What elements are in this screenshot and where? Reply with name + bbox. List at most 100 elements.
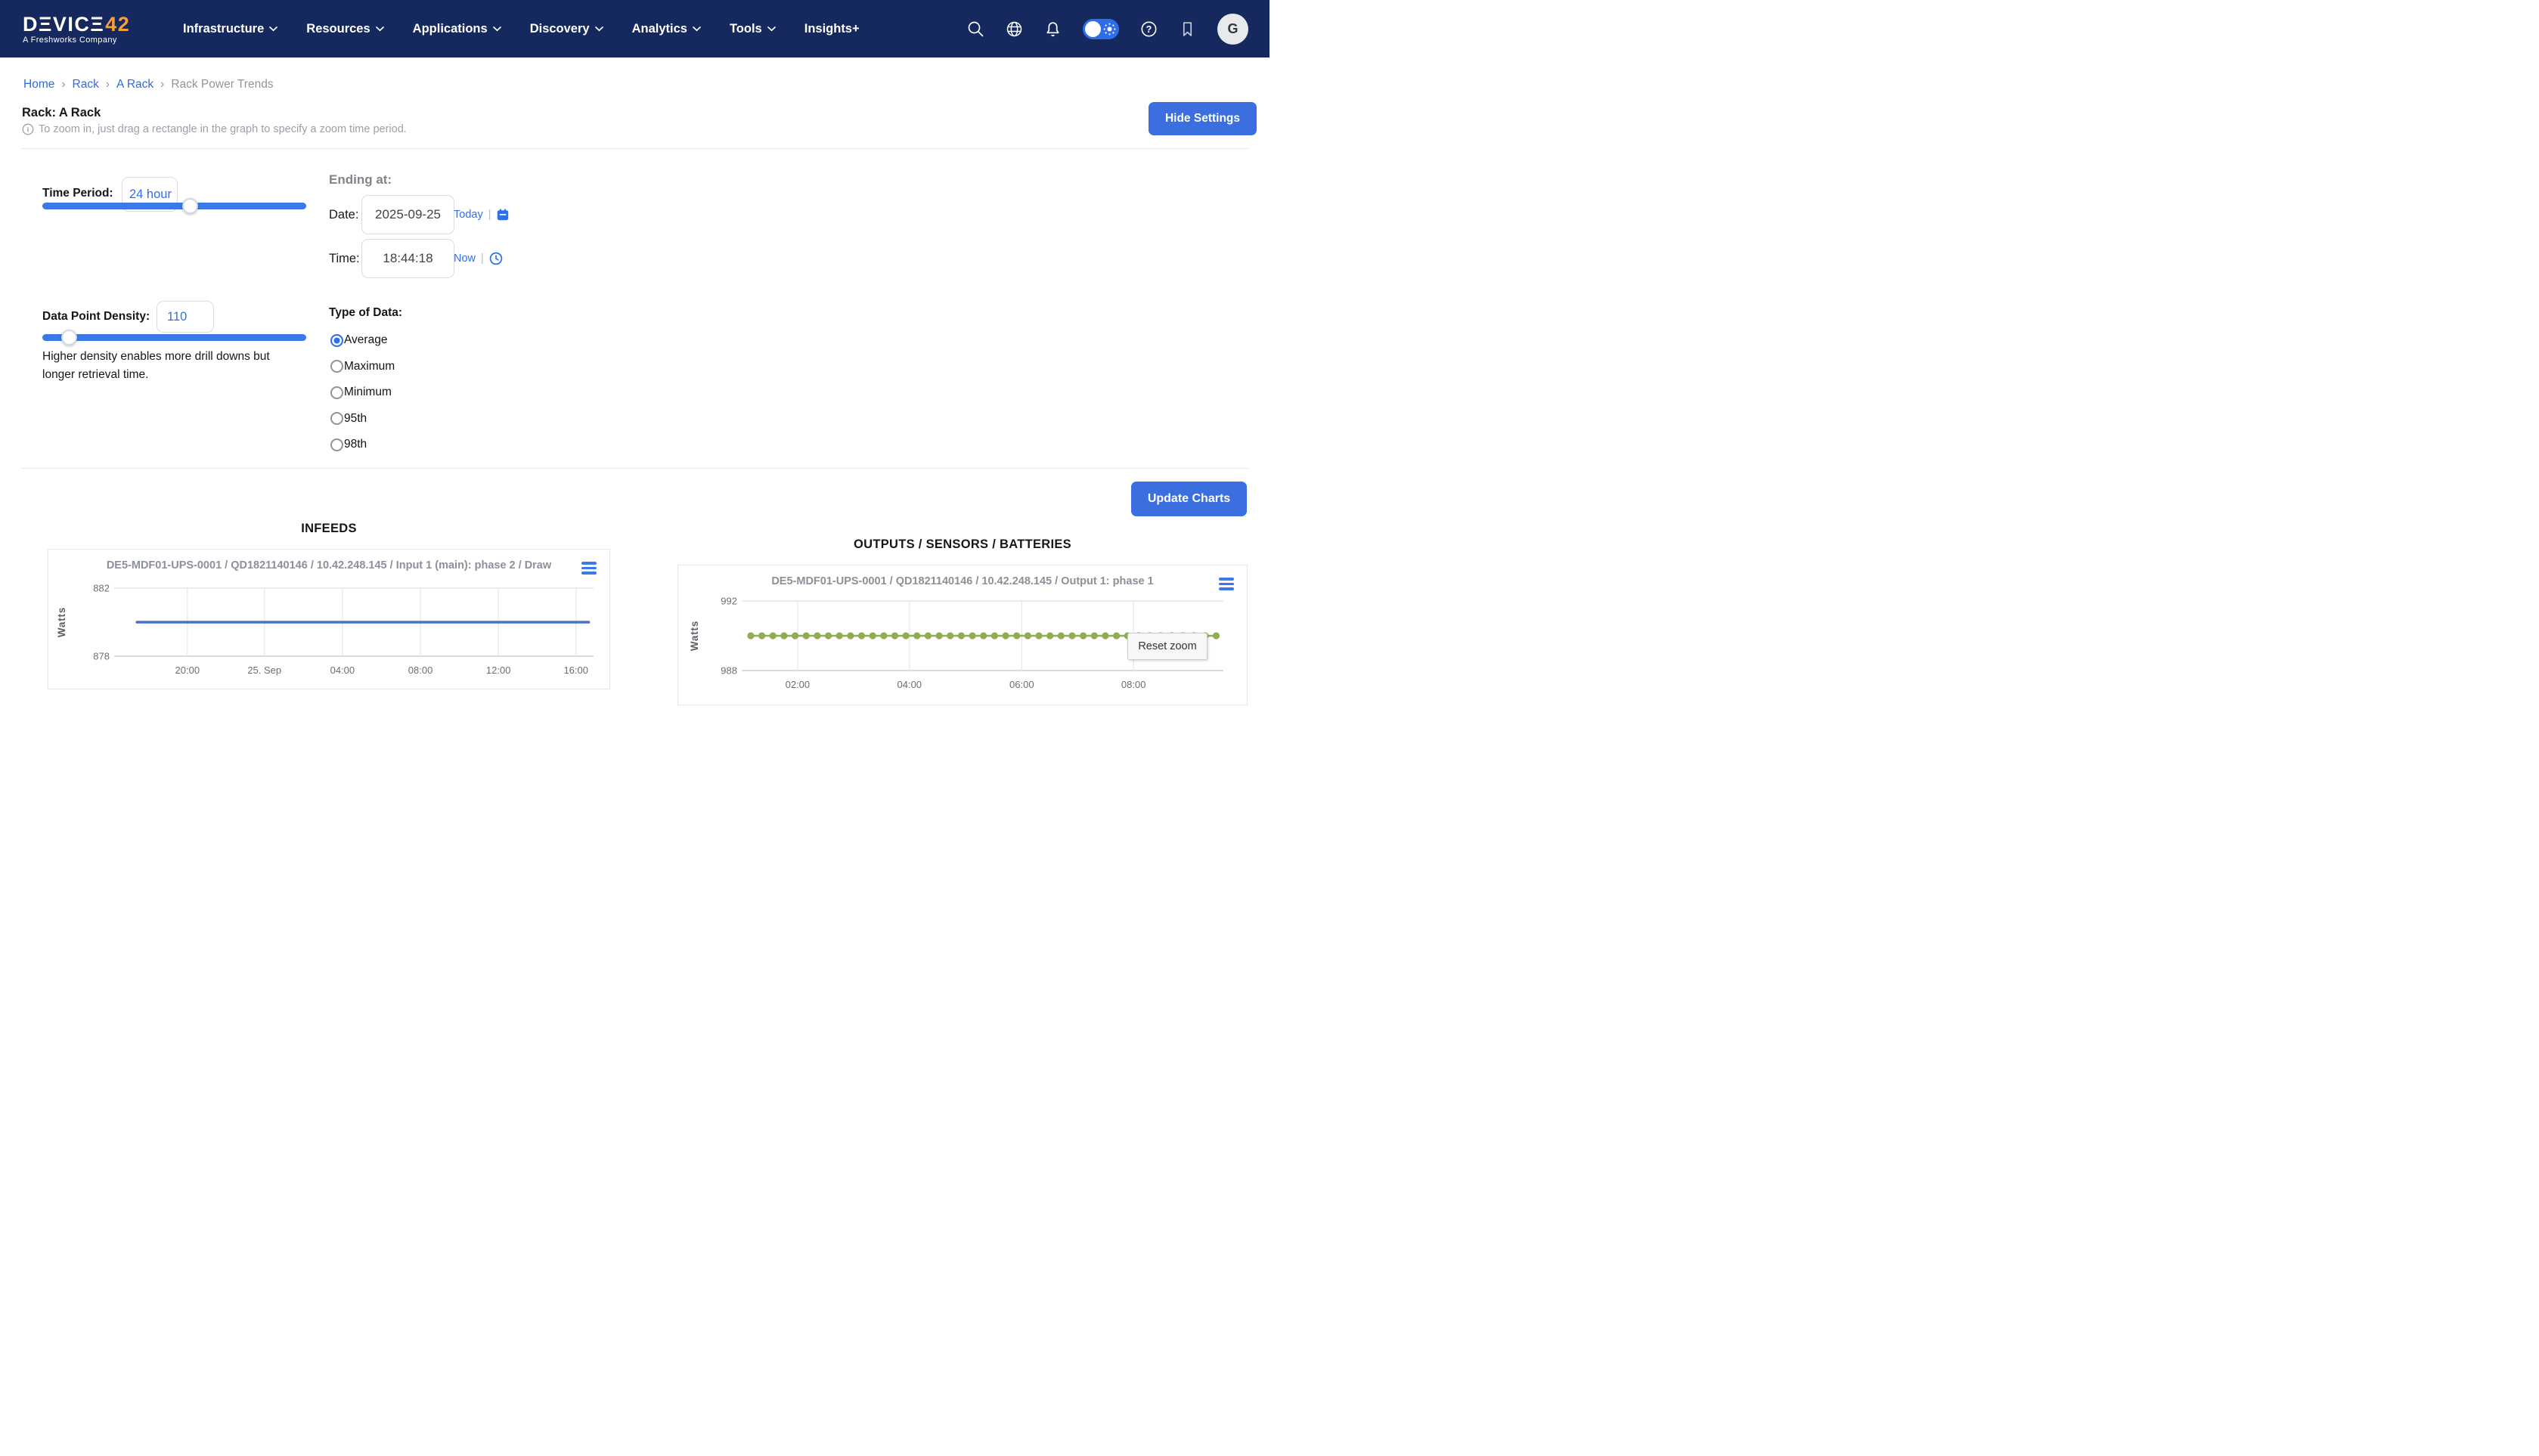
- radio-label: Average: [344, 333, 387, 347]
- svg-text:988: 988: [721, 665, 737, 677]
- nav-item-analytics[interactable]: Analytics: [632, 22, 701, 36]
- time-input[interactable]: 18:44:18: [361, 239, 454, 278]
- clock-icon[interactable]: [489, 252, 503, 265]
- svg-text:?: ?: [1146, 24, 1152, 35]
- density-slider-handle[interactable]: [61, 330, 77, 345]
- brand-accent: 42: [105, 13, 130, 36]
- date-shortcuts: Today |: [454, 208, 510, 221]
- bookmark-icon[interactable]: [1179, 20, 1196, 38]
- density-label: Data Point Density:: [42, 310, 150, 324]
- nav-item-resources[interactable]: Resources: [306, 22, 383, 36]
- nav-item-tools[interactable]: Tools: [730, 22, 776, 36]
- now-link[interactable]: Now: [454, 252, 476, 265]
- outputs-chart-title: DE5-MDF01-UPS-0001 / QD1821140146 / 10.4…: [678, 575, 1247, 587]
- data-type-heading: Type of Data:: [329, 306, 402, 320]
- page-title: Rack: A Rack: [22, 106, 101, 120]
- update-charts-button[interactable]: Update Charts: [1131, 482, 1247, 516]
- svg-text:06:00: 06:00: [1009, 679, 1034, 690]
- infeeds-chart[interactable]: 88287820:0025. Sep04:0008:0012:0016:00Wa…: [48, 580, 611, 690]
- svg-text:25. Sep: 25. Sep: [247, 664, 281, 676]
- chevron-down-icon: [693, 26, 701, 32]
- chart-menu-icon[interactable]: [581, 562, 597, 577]
- outputs-heading: OUTPUTS / SENSORS / BATTERIES: [677, 537, 1248, 552]
- density-slider[interactable]: [42, 334, 306, 341]
- brand-subtitle: A Freshworks Company: [23, 36, 156, 45]
- globe-icon[interactable]: [1006, 20, 1023, 38]
- divider: [21, 468, 1248, 469]
- breadcrumb-item-rack[interactable]: Rack: [73, 78, 99, 91]
- infeeds-chart-title: DE5-MDF01-UPS-0001 / QD1821140146 / 10.4…: [48, 559, 609, 572]
- breadcrumb-item-a-rack[interactable]: A Rack: [116, 78, 153, 91]
- time-period-slider-handle[interactable]: [182, 198, 198, 214]
- radio-label: 95th: [344, 412, 367, 426]
- chevron-down-icon: [376, 26, 384, 32]
- radio-option-98th[interactable]: 98th: [330, 432, 395, 458]
- nav-item-label: Tools: [730, 22, 762, 36]
- radio-button[interactable]: [330, 360, 343, 373]
- date-label: Date:: [329, 208, 358, 222]
- date-input[interactable]: 2025-09-25: [361, 195, 454, 234]
- svg-text:04:00: 04:00: [330, 664, 355, 676]
- svg-text:08:00: 08:00: [1121, 679, 1146, 690]
- svg-text:i: i: [27, 125, 29, 134]
- nav-item-infrastructure[interactable]: Infrastructure: [183, 22, 277, 36]
- nav-item-label: Discovery: [530, 22, 590, 36]
- nav-item-label: Infrastructure: [183, 22, 264, 36]
- bell-icon[interactable]: [1044, 20, 1062, 38]
- reset-zoom-button[interactable]: Reset zoom: [1127, 633, 1207, 660]
- nav-item-discovery[interactable]: Discovery: [530, 22, 603, 36]
- theme-toggle[interactable]: [1083, 19, 1119, 39]
- radio-option-maximum[interactable]: Maximum: [330, 354, 395, 380]
- shortcut-separator: |: [488, 209, 491, 221]
- search-icon[interactable]: [967, 20, 984, 38]
- radio-button[interactable]: [330, 438, 343, 451]
- zoom-hint-text: To zoom in, just drag a rectangle in the…: [39, 123, 407, 135]
- calendar-icon[interactable]: [496, 208, 510, 221]
- breadcrumb-item-rack-power-trends: Rack Power Trends: [171, 78, 273, 91]
- brand-wordmark: DΞVICΞ42: [23, 14, 156, 35]
- today-link[interactable]: Today: [454, 209, 483, 221]
- chart-menu-icon[interactable]: [1219, 578, 1234, 593]
- nav-item-insights-[interactable]: Insights+: [804, 22, 860, 36]
- svg-text:16:00: 16:00: [563, 664, 588, 676]
- nav-item-label: Insights+: [804, 22, 860, 36]
- rack-power-trends-page: DΞVICΞ42 A Freshworks Company Infrastruc…: [0, 0, 1270, 728]
- help-icon[interactable]: ?: [1140, 20, 1158, 38]
- density-input[interactable]: 110: [157, 301, 214, 333]
- info-icon: i: [22, 123, 34, 135]
- nav-icons: ? G: [967, 0, 1248, 58]
- data-type-radio-group: Average Maximum Minimum 95th 98th: [330, 327, 395, 458]
- svg-text:878: 878: [93, 651, 110, 662]
- time-shortcuts: Now |: [454, 252, 503, 265]
- radio-button[interactable]: [330, 334, 343, 347]
- svg-text:Watts: Watts: [56, 607, 67, 637]
- zoom-hint: i To zoom in, just drag a rectangle in t…: [22, 123, 407, 135]
- radio-option-average[interactable]: Average: [330, 327, 395, 354]
- chevron-down-icon: [595, 26, 603, 32]
- breadcrumb-separator: ›: [160, 78, 164, 91]
- device42-logo[interactable]: DΞVICΞ42 A Freshworks Company: [23, 14, 156, 45]
- user-avatar[interactable]: G: [1217, 14, 1248, 45]
- svg-text:Watts: Watts: [689, 621, 700, 651]
- breadcrumb-item-home[interactable]: Home: [23, 78, 54, 91]
- hide-settings-button[interactable]: Hide Settings: [1149, 102, 1257, 135]
- infeeds-heading: INFEEDS: [48, 522, 610, 536]
- radio-label: Minimum: [344, 386, 392, 399]
- svg-text:882: 882: [93, 583, 110, 594]
- ending-at-heading: Ending at:: [329, 172, 392, 187]
- radio-option-95th[interactable]: 95th: [330, 406, 395, 432]
- time-label: Time:: [329, 252, 360, 266]
- nav-item-label: Resources: [306, 22, 370, 36]
- shortcut-separator: |: [481, 252, 484, 265]
- radio-button[interactable]: [330, 386, 343, 399]
- radio-button[interactable]: [330, 412, 343, 425]
- time-period-slider[interactable]: [42, 203, 306, 209]
- radio-option-minimum[interactable]: Minimum: [330, 379, 395, 406]
- nav-item-label: Analytics: [632, 22, 687, 36]
- nav-item-applications[interactable]: Applications: [413, 22, 501, 36]
- nav-item-label: Applications: [413, 22, 488, 36]
- density-note: Higher density enables more drill downs …: [42, 348, 270, 384]
- breadcrumb-separator: ›: [106, 78, 110, 91]
- radio-label: 98th: [344, 438, 367, 451]
- chevron-down-icon: [493, 26, 501, 32]
